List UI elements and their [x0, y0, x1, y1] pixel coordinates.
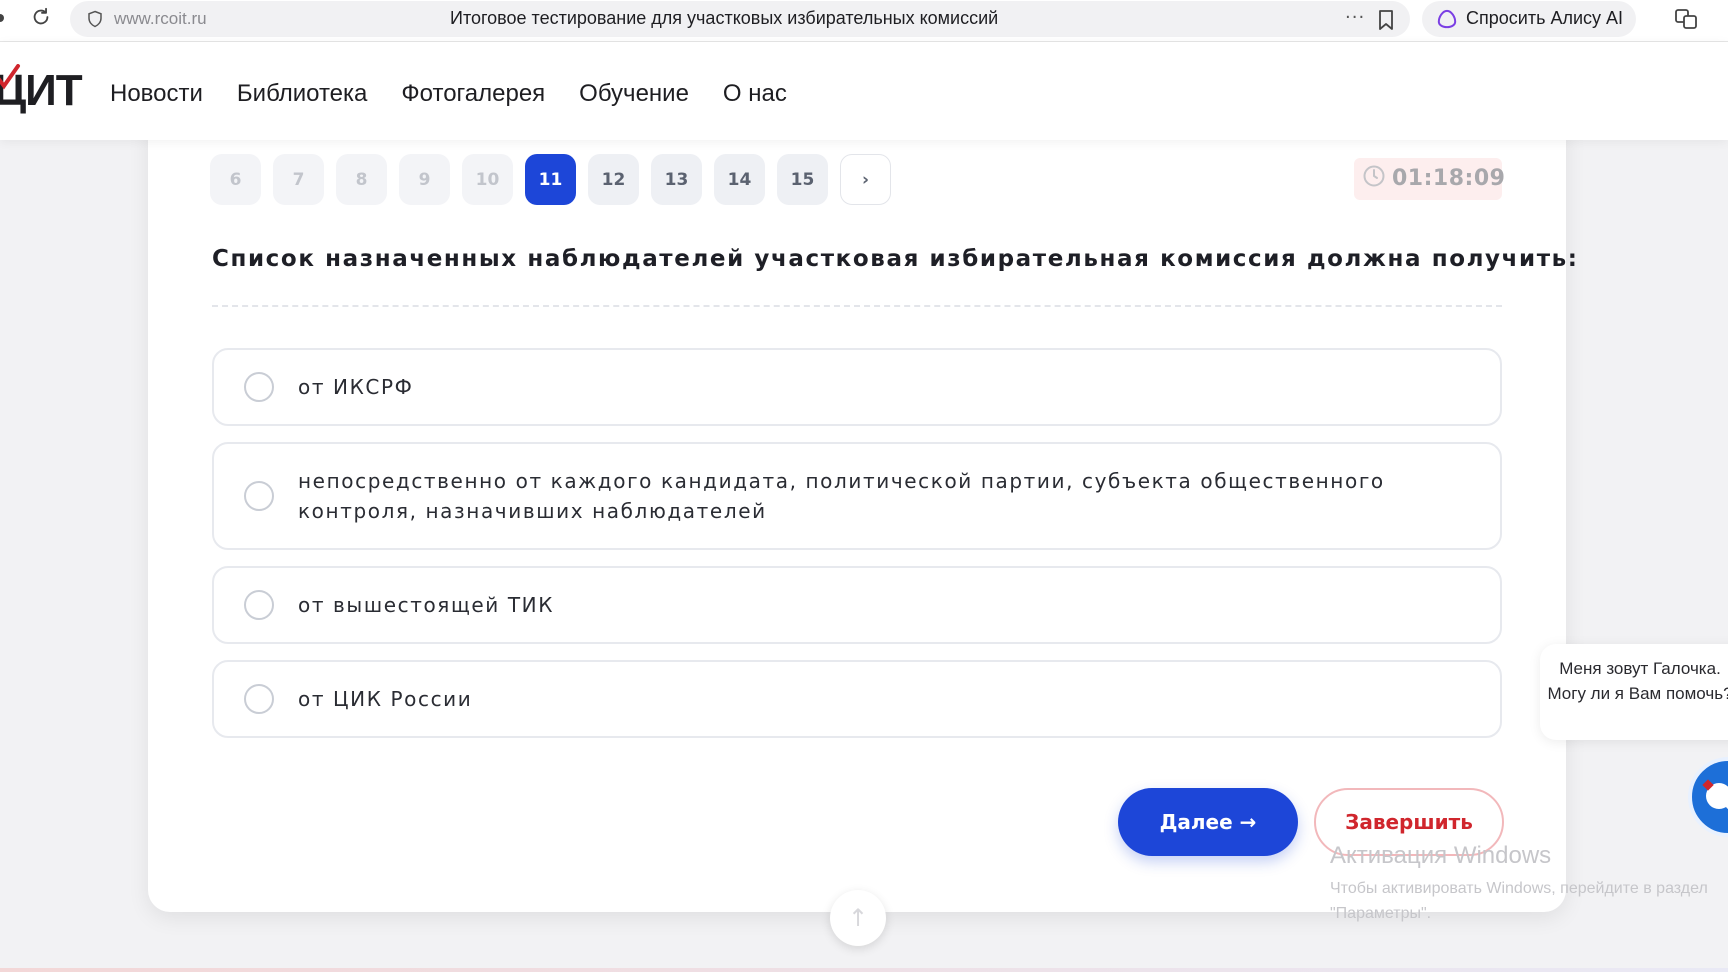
browser-toolbar: www.rcoit.ru Итоговое тестирование для у… — [0, 0, 1728, 42]
nav-news[interactable]: Новости — [110, 80, 203, 108]
main-nav: Новости Библиотека Фотогалерея Обучение … — [110, 80, 787, 108]
page-button-7[interactable]: 7 — [273, 154, 324, 205]
windows-activation-watermark: Активация Windows Чтобы активировать Win… — [1330, 842, 1708, 926]
nav-about[interactable]: О нас — [723, 80, 787, 108]
page-button-9[interactable]: 9 — [399, 154, 450, 205]
ask-alice-label: Спросить Алису AI — [1466, 8, 1624, 28]
test-timer: 01:18:09 — [1354, 158, 1506, 200]
question-divider — [212, 305, 1502, 307]
alice-icon — [1437, 9, 1457, 29]
page-title: Итоговое тестирование для участковых изб… — [450, 8, 999, 28]
more-menu-icon[interactable]: ··· — [1345, 7, 1365, 28]
bookmark-icon[interactable] — [1378, 10, 1394, 30]
page-button-13[interactable]: 13 — [651, 154, 702, 205]
answer-text: непосредственно от каждого кандидата, по… — [298, 469, 1385, 523]
page-button-10[interactable]: 10 — [462, 154, 513, 205]
test-card: 6 7 8 9 10 11 12 13 14 15 › 01:18:09 Спи… — [148, 110, 1577, 912]
answer-text: от вышестоящей ТИК — [298, 593, 555, 617]
logo-checkmark-icon — [0, 64, 20, 90]
answer-option[interactable]: от ЦИК России — [212, 660, 1502, 738]
page-button-current[interactable]: 11 — [525, 154, 576, 205]
next-pages-button[interactable]: › — [840, 154, 891, 205]
scroll-to-top-button[interactable]: ↑ — [830, 890, 886, 946]
page-button-15[interactable]: 15 — [777, 154, 828, 205]
site-header: ЦИТ Новости Библиотека Фотогалерея Обуче… — [0, 42, 1728, 140]
chat-greeting-text: Меня зовут Галочка. Могу ли я Вам помочь… — [1547, 659, 1728, 703]
page-button-14[interactable]: 14 — [714, 154, 765, 205]
page-button-12[interactable]: 12 — [588, 154, 639, 205]
page-button-6[interactable]: 6 — [210, 154, 261, 205]
answer-option[interactable]: непосредственно от каждого кандидата, по… — [212, 442, 1502, 550]
answer-text: от ИКСРФ — [298, 375, 414, 399]
next-button[interactable]: Далее → — [1118, 788, 1298, 856]
answer-text: от ЦИК России — [298, 687, 473, 711]
nav-library[interactable]: Библиотека — [237, 80, 368, 108]
tab-edge-icon — [0, 14, 4, 22]
watermark-subtitle-2: "Параметры". — [1330, 905, 1432, 922]
translate-icon[interactable] — [1674, 8, 1698, 30]
clock-icon — [1363, 165, 1385, 187]
ask-alice-button[interactable]: Спросить Алису AI — [1422, 1, 1636, 37]
bottom-strip — [0, 968, 1728, 972]
question-text: Список назначенных наблюдателей участков… — [212, 246, 1579, 272]
address-bar[interactable]: www.rcoit.ru Итоговое тестирование для у… — [70, 1, 1410, 37]
radio-button[interactable] — [244, 481, 274, 511]
answer-option[interactable]: от вышестоящей ТИК — [212, 566, 1502, 644]
radio-button[interactable] — [244, 372, 274, 402]
url-text[interactable]: www.rcoit.ru — [114, 9, 207, 29]
page-button-8[interactable]: 8 — [336, 154, 387, 205]
watermark-title: Активация Windows — [1330, 842, 1552, 869]
answer-option[interactable]: от ИКСРФ — [212, 348, 1502, 426]
site-logo[interactable]: ЦИТ — [0, 64, 84, 116]
shield-icon[interactable] — [86, 10, 104, 28]
question-pager: 6 7 8 9 10 11 12 13 14 15 › — [210, 154, 891, 205]
chat-assistant-button[interactable] — [1688, 757, 1728, 837]
nav-photo-gallery[interactable]: Фотогалерея — [401, 80, 545, 108]
chat-greeting-bubble[interactable]: Меня зовут Галочка. Могу ли я Вам помочь… — [1540, 644, 1728, 740]
radio-button[interactable] — [244, 684, 274, 714]
timer-value: 01:18:09 — [1392, 166, 1506, 191]
nav-learning[interactable]: Обучение — [579, 80, 689, 108]
reload-icon[interactable] — [30, 6, 52, 28]
watermark-subtitle: Чтобы активировать Windows, перейдите в … — [1330, 880, 1708, 897]
radio-button[interactable] — [244, 590, 274, 620]
